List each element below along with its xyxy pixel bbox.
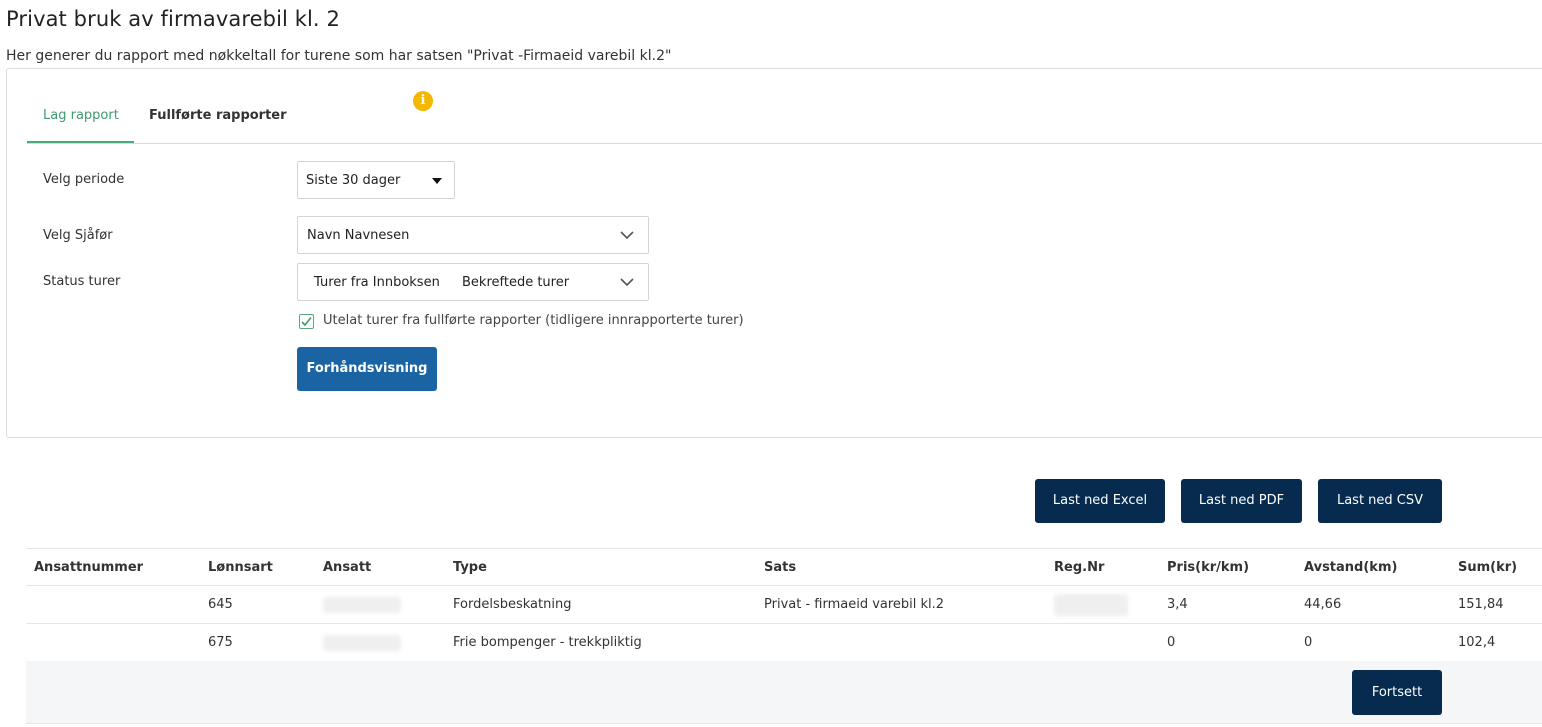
cell-sum: 102,4 [1450,623,1542,662]
page-subtitle: Her generer du rapport med nøkkeltall fo… [6,48,672,64]
preview-button[interactable]: Forhåndsvisning [297,347,437,391]
col-ansattnummer: Ansattnummer [26,548,200,586]
info-icon[interactable]: i [413,91,433,111]
download-csv-button[interactable]: Last ned CSV [1318,479,1442,523]
cell-lonnsart: 645 [200,585,315,624]
cell-pris: 3,4 [1159,585,1296,624]
cell-sum: 151,84 [1450,585,1542,624]
status-chip-bekreftede[interactable]: Bekreftede turer [462,275,569,290]
cell-type: Frie bompenger - trekkpliktig [445,623,756,662]
table-footer-row [26,661,1542,724]
redacted-regnr [1054,593,1128,616]
cell-ansattnummer [26,585,200,624]
cell-sats: Privat - firmaeid varebil kl.2 [756,585,1046,624]
status-chip-innboks[interactable]: Turer fra Innboksen [314,275,440,290]
download-excel-button[interactable]: Last ned Excel [1035,479,1165,523]
table-row: 675 Frie bompenger - trekkpliktig 0 0 10… [26,623,1542,662]
redacted-name [323,634,401,651]
cell-lonnsart: 675 [200,623,315,662]
report-table: Ansattnummer Lønnsart Ansatt Type Sats R… [26,548,1542,662]
download-pdf-button[interactable]: Last ned PDF [1181,479,1302,523]
checkmark-icon [301,317,312,327]
col-pris: Pris(kr/km) [1159,548,1296,586]
tab-fullforte-rapporter[interactable]: Fullførte rapporter [149,108,287,123]
col-ansatt: Ansatt [315,548,445,586]
col-sats: Sats [756,548,1046,586]
col-lonnsart: Lønnsart [200,548,315,586]
cell-type: Fordelsbeskatning [445,585,756,624]
period-select-value: Siste 30 dager [306,173,401,188]
exclude-checkbox[interactable] [299,314,314,329]
period-label: Velg periode [43,172,125,187]
status-label: Status turer [43,274,121,289]
cell-ansattnummer [26,623,200,662]
col-avstand: Avstand(km) [1296,548,1450,586]
tab-lag-rapport[interactable]: Lag rapport [43,108,119,123]
cell-avstand: 0 [1296,623,1450,662]
cell-regnr [1046,623,1159,662]
period-select[interactable]: Siste 30 dager [297,161,455,199]
driver-label: Velg Sjåfør [43,228,113,243]
chevron-down-icon [620,231,634,240]
col-type: Type [445,548,756,586]
page-title: Privat bruk av firmavarebil kl. 2 [6,7,340,31]
continue-button[interactable]: Fortsett [1352,670,1442,715]
table-header-row: Ansattnummer Lønnsart Ansatt Type Sats R… [26,548,1542,586]
col-regnr: Reg.Nr [1046,548,1159,586]
cell-sats [756,623,1046,662]
caret-down-icon [432,178,442,184]
driver-select-value: Navn Navnesen [307,228,410,243]
status-select[interactable]: Turer fra Innboksen Bekreftede turer [297,263,649,301]
cell-ansatt [315,585,445,624]
exclude-checkbox-label: Utelat turer fra fullførte rapporter (ti… [323,313,744,328]
tabs-divider [27,143,1542,144]
table-row: 645 Fordelsbeskatning Privat - firmaeid … [26,585,1542,624]
col-sum: Sum(kr) [1450,548,1542,586]
cell-regnr [1046,585,1159,624]
redacted-name [323,596,401,613]
cell-ansatt [315,623,445,662]
chevron-down-icon [620,278,634,287]
cell-pris: 0 [1159,623,1296,662]
driver-select[interactable]: Navn Navnesen [297,216,649,254]
report-card: Lag rapport Fullførte rapporter i Velg p… [6,68,1542,438]
cell-avstand: 44,66 [1296,585,1450,624]
